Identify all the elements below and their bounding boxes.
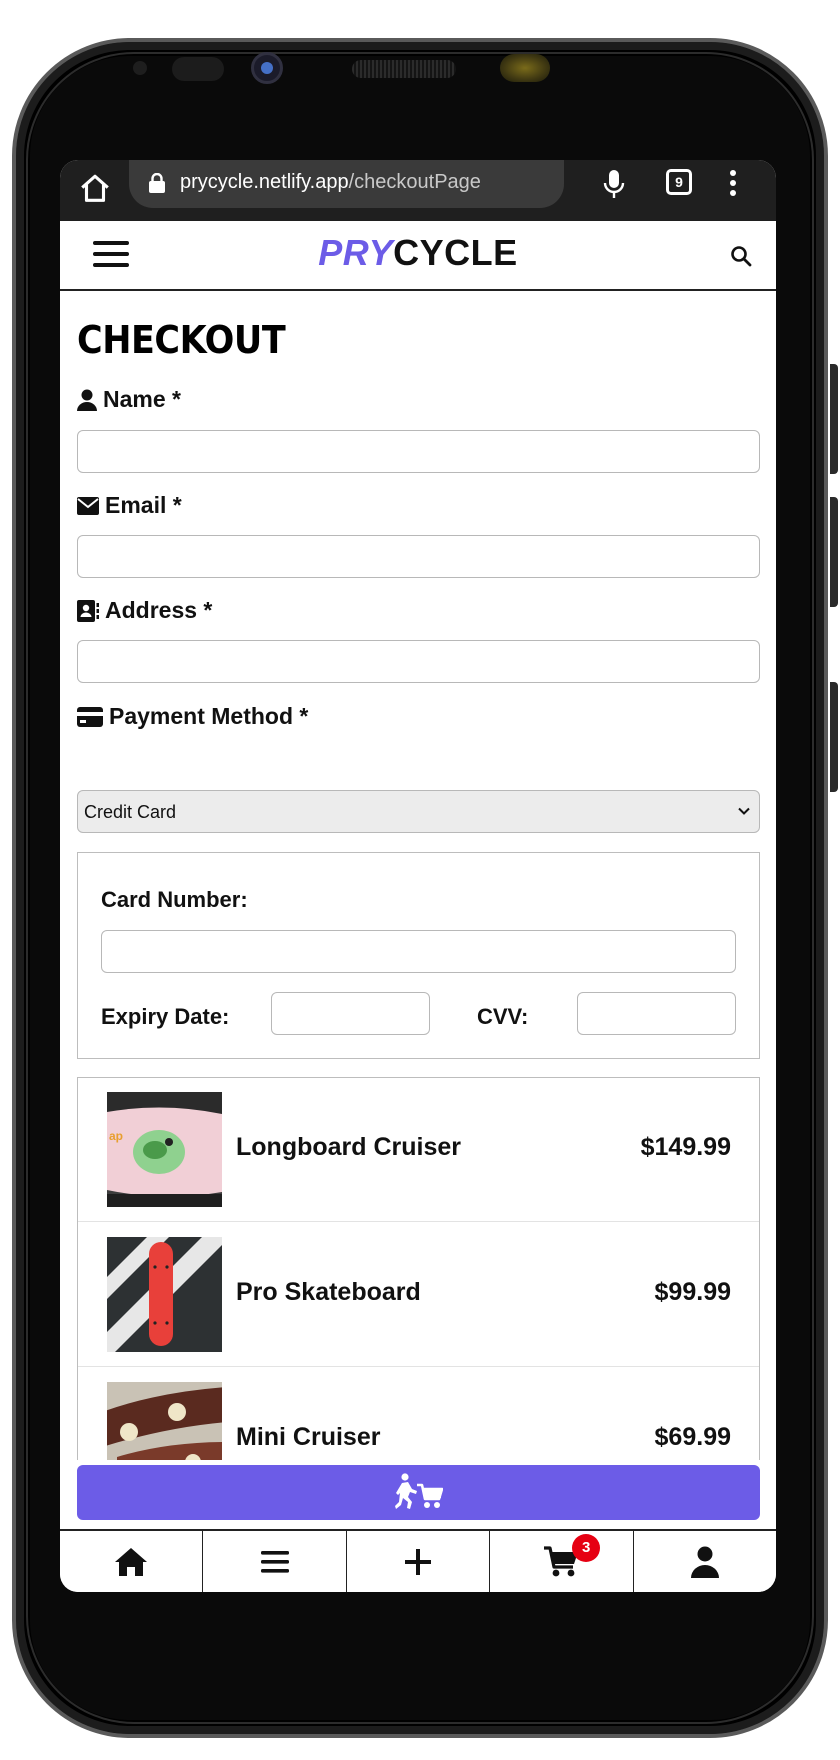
cart-item[interactable]: Pro Skateboard $99.99: [78, 1223, 759, 1367]
payment-method-label-text: Payment Method *: [109, 703, 309, 729]
list-icon: [260, 1550, 289, 1573]
side-button: [830, 682, 838, 792]
app-header: PRYCYCLE: [60, 221, 776, 291]
credit-card-icon: [77, 706, 103, 727]
payment-method-value: Credit Card: [84, 802, 177, 822]
checkout-content: CHECKOUT Name * Email * Address * Paymen…: [60, 291, 776, 1460]
url-path: /checkoutPage: [348, 171, 481, 193]
side-button: [830, 364, 838, 474]
page-title: CHECKOUT: [77, 318, 286, 362]
checkout-shopping-icon: [395, 1473, 443, 1509]
payment-method-select[interactable]: Credit Card: [77, 790, 760, 833]
user-icon: [690, 1546, 719, 1578]
phone-screen: prycycle.netlify.app/checkoutPage 9 PRYC…: [60, 160, 776, 1592]
mini-cruiser-thumbnail: [107, 1382, 222, 1460]
name-input[interactable]: [77, 430, 760, 473]
bottom-navigation: 3: [60, 1529, 776, 1592]
cart-item-name: Longboard Cruiser: [236, 1133, 462, 1161]
card-number-label: Card Number:: [101, 887, 248, 912]
expiry-date-input[interactable]: [271, 992, 430, 1035]
card-details-panel: Card Number: Expiry Date: CVV:: [77, 852, 760, 1059]
light-sensor: [172, 57, 224, 81]
home-icon: [115, 1547, 148, 1576]
cvv-label: CVV:: [477, 1004, 529, 1029]
address-book-icon: [77, 599, 99, 622]
earpiece-speaker: [352, 60, 456, 78]
cart-item-name: Mini Cruiser: [236, 1423, 381, 1451]
cart-item-price: $99.99: [654, 1278, 731, 1306]
home-icon[interactable]: [78, 172, 112, 206]
address-input[interactable]: [77, 640, 760, 683]
checkout-submit-button[interactable]: [77, 1465, 760, 1520]
nav-menu[interactable]: [203, 1531, 347, 1592]
nav-home[interactable]: [60, 1531, 204, 1592]
lock-icon: [149, 173, 165, 193]
nav-profile[interactable]: [634, 1531, 776, 1592]
url-domain: prycycle.netlify.app: [180, 171, 349, 193]
front-flash: [500, 54, 550, 82]
cart-item-name: Pro Skateboard: [236, 1278, 421, 1306]
name-label-text: Name *: [103, 386, 181, 412]
logo-part-pry: PRY: [318, 232, 394, 273]
email-input[interactable]: [77, 535, 760, 578]
name-label: Name *: [77, 386, 181, 413]
cvv-input[interactable]: [577, 992, 736, 1035]
payment-method-label: Payment Method *: [77, 703, 308, 730]
email-label: Email *: [77, 492, 182, 519]
email-label-text: Email *: [105, 492, 182, 518]
brand-logo[interactable]: PRYCYCLE: [60, 232, 776, 274]
microphone-icon[interactable]: [602, 168, 626, 200]
cart-item-price: $149.99: [640, 1133, 731, 1161]
longboard-cruiser-thumbnail: ap: [107, 1092, 222, 1207]
chevron-down-icon: [738, 807, 750, 815]
nav-add[interactable]: [347, 1531, 491, 1592]
side-button: [830, 497, 838, 607]
cart-item[interactable]: Mini Cruiser $69.99: [78, 1368, 759, 1460]
proximity-sensor: [133, 61, 147, 75]
plus-icon: [405, 1548, 432, 1575]
address-label: Address *: [77, 597, 212, 624]
tab-switcher-button[interactable]: 9: [666, 169, 692, 195]
pro-skateboard-thumbnail: [107, 1237, 222, 1352]
more-menu-icon[interactable]: [728, 167, 738, 199]
address-label-text: Address *: [105, 597, 213, 623]
logo-part-cycle: CYCLE: [393, 232, 518, 273]
cart-item-price: $69.99: [654, 1423, 731, 1451]
url-text: prycycle.netlify.app/checkoutPage: [180, 171, 481, 194]
search-icon[interactable]: [730, 245, 752, 267]
card-number-input[interactable]: [101, 930, 736, 973]
expiry-date-label: Expiry Date:: [101, 1004, 230, 1029]
browser-toolbar: prycycle.netlify.app/checkoutPage 9: [60, 160, 776, 221]
svg-text:ap: ap: [109, 1129, 123, 1143]
address-bar[interactable]: prycycle.netlify.app/checkoutPage: [129, 160, 564, 208]
user-icon: [77, 389, 97, 411]
cart-item[interactable]: ap Longboard Cruiser $149.99: [78, 1078, 759, 1222]
envelope-icon: [77, 496, 99, 515]
cart-items-list: ap Longboard Cruiser $149.99 Pro Skatebo…: [77, 1077, 760, 1460]
nav-cart[interactable]: 3: [490, 1531, 634, 1592]
front-camera: [251, 52, 283, 84]
cart-count-badge: 3: [572, 1534, 601, 1562]
